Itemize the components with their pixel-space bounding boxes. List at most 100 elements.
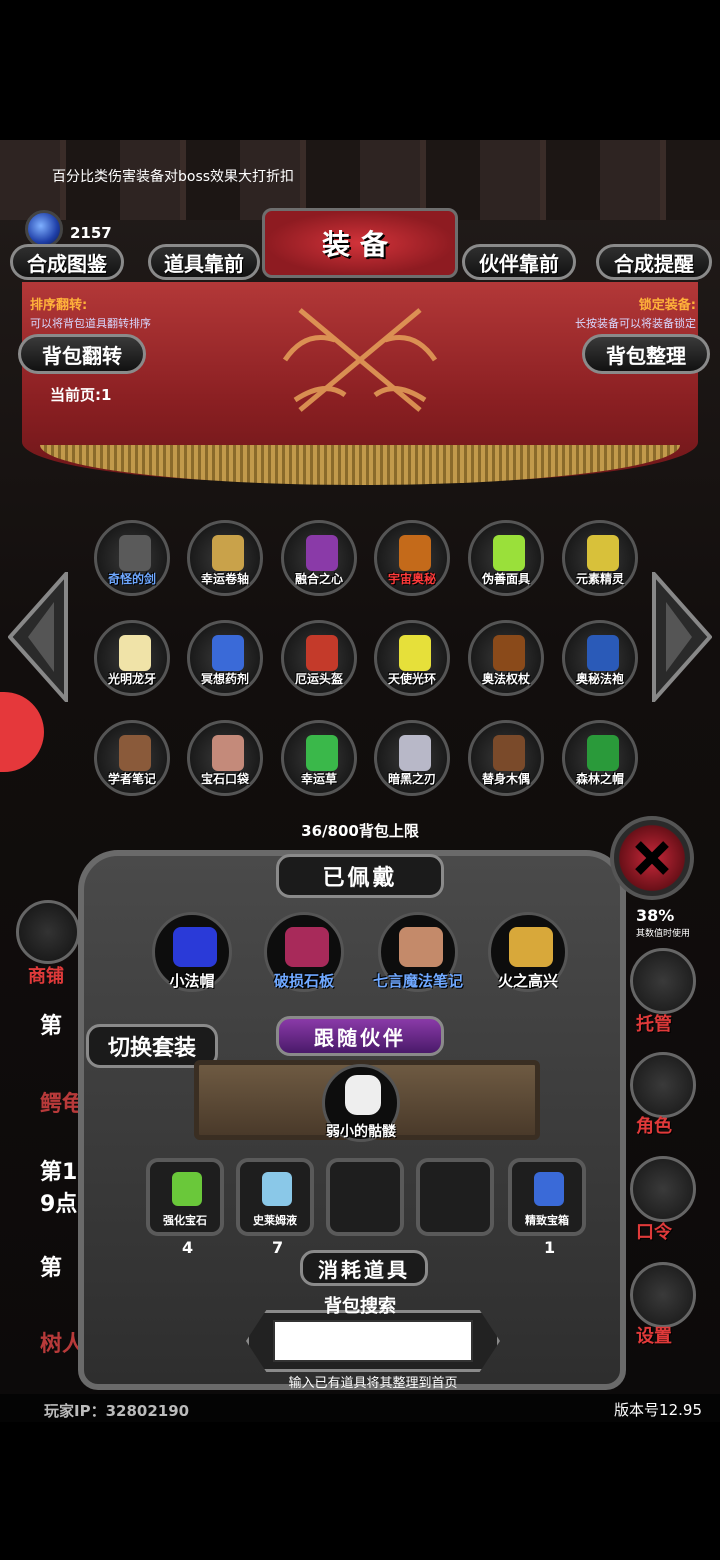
item-label: 宇宙奥秘 (387, 572, 436, 586)
bag-sort-button[interactable]: 背包整理 (582, 334, 710, 374)
partner-slot[interactable]: 弱小的骷髅 (322, 1064, 400, 1142)
item-icon (493, 635, 525, 671)
inventory-item[interactable]: 暗黑之刃 (374, 720, 450, 796)
consumables-title: 消耗道具 (300, 1250, 428, 1286)
tab-partners-first[interactable]: 伙伴靠前 (462, 244, 576, 280)
equipped-label: 七言魔法笔记 (372, 972, 463, 990)
equipped-icon (399, 927, 443, 967)
next-page-arrow[interactable] (652, 572, 712, 702)
bag-search-input[interactable] (273, 1320, 473, 1362)
item-icon (212, 735, 244, 771)
dice-icon[interactable] (630, 948, 696, 1014)
inventory-item[interactable]: 宝石口袋 (187, 720, 263, 796)
inventory-item[interactable]: 学者笔记 (94, 720, 170, 796)
top-tip: 百分比类伤害装备对boss效果大打折扣 (52, 169, 295, 185)
inventory-item[interactable]: 冥想药剂 (187, 620, 263, 696)
item-label: 伪善面具 (481, 572, 530, 586)
item-icon (399, 535, 431, 571)
equipped-icon (285, 927, 329, 967)
item-icon (587, 535, 619, 571)
item-label: 元素精灵 (575, 572, 624, 586)
tab-synthesis-reminder[interactable]: 合成提醒 (596, 244, 712, 280)
tab-synthesis-guide[interactable]: 合成图鉴 (10, 244, 124, 280)
item-icon (493, 535, 525, 571)
item-icon (212, 635, 244, 671)
item-icon (119, 535, 151, 571)
partner-title: 跟随伙伴 (276, 1016, 444, 1056)
equipped-label: 火之高兴 (497, 972, 558, 990)
item-label: 暗黑之刃 (387, 772, 436, 786)
item-icon (306, 735, 338, 771)
inventory-item[interactable]: 奇怪的剑 (94, 520, 170, 596)
inventory-item[interactable]: 奥法权杖 (468, 620, 544, 696)
inventory-item[interactable]: 替身木偶 (468, 720, 544, 796)
consumable-count: 7 (272, 1238, 284, 1257)
consumable-label: 史莱姆液 (253, 1214, 297, 1227)
inventory-item[interactable]: 融合之心 (281, 520, 357, 596)
item-icon (587, 735, 619, 771)
item-label: 厄运头盔 (294, 672, 343, 686)
prev-page-arrow[interactable] (8, 572, 68, 702)
item-label: 融合之心 (294, 572, 343, 586)
inventory-item[interactable]: 元素精灵 (562, 520, 638, 596)
close-button[interactable] (610, 816, 694, 900)
equipped-item[interactable]: 小法帽 (152, 912, 232, 992)
code-icon[interactable] (630, 1156, 696, 1222)
item-icon (399, 735, 431, 771)
equipped-title: 已佩戴 (276, 854, 444, 898)
item-label: 奥法权杖 (481, 672, 530, 686)
equipped-item[interactable]: 七言魔法笔记 (373, 912, 463, 992)
role-icon[interactable] (630, 1052, 696, 1118)
lock-equip-title: 锁定装备: (638, 298, 696, 313)
percent-desc: 其数值时使用 (636, 929, 691, 939)
item-label: 学者笔记 (107, 772, 156, 786)
item-icon (493, 735, 525, 771)
inventory-item[interactable]: 厄运头盔 (281, 620, 357, 696)
search-title: 背包搜索 (324, 1296, 396, 1317)
settings-label: 设置 (636, 1326, 672, 1347)
user-avatar-button[interactable] (0, 692, 44, 772)
item-label: 光明龙牙 (107, 672, 156, 686)
consumable-count: 1 (544, 1238, 556, 1257)
consumable-slot[interactable] (326, 1158, 404, 1236)
consumable-icon (534, 1172, 564, 1206)
current-page: 当前页:1 (50, 386, 112, 404)
item-label: 替身木偶 (481, 772, 530, 786)
inventory-item[interactable]: 伪善面具 (468, 520, 544, 596)
diamond-count: 2157 (70, 224, 112, 242)
equipped-icon (173, 927, 217, 967)
settings-gear-icon[interactable] (630, 1262, 696, 1328)
inventory-item[interactable]: 天使光环 (374, 620, 450, 696)
search-hint: 输入已有道具将其整理到首页 (288, 1376, 458, 1391)
equipped-item[interactable]: 破损石板 (264, 912, 344, 992)
inventory-item[interactable]: 幸运卷轴 (187, 520, 263, 596)
tab-items-first[interactable]: 道具靠前 (148, 244, 260, 280)
consumable-slot[interactable] (416, 1158, 494, 1236)
consumable-slot[interactable]: 史莱姆液 (236, 1158, 314, 1236)
equipped-label: 破损石板 (273, 972, 334, 990)
banner-fringe (40, 445, 680, 485)
item-label: 宝石口袋 (200, 772, 249, 786)
close-icon (635, 841, 669, 875)
item-icon (306, 535, 338, 571)
bag-capacity: 36/800背包上限 (301, 822, 419, 840)
consumable-count: 4 (182, 1238, 194, 1257)
inventory-item[interactable]: 宇宙奥秘 (374, 520, 450, 596)
consumable-slot[interactable]: 精致宝箱 (508, 1158, 586, 1236)
lock-equip-desc: 长按装备可以将装备锁定 (575, 317, 696, 330)
inventory-item[interactable]: 幸运草 (281, 720, 357, 796)
item-label: 奇怪的剑 (107, 572, 156, 586)
shop-icon[interactable] (16, 900, 80, 964)
equipped-item[interactable]: 火之高兴 (488, 912, 568, 992)
item-icon (119, 735, 151, 771)
page-title: 装备 (262, 208, 458, 278)
inventory-item[interactable]: 奥秘法袍 (562, 620, 638, 696)
skeleton-icon (345, 1075, 381, 1115)
consumable-slot[interactable]: 强化宝石 (146, 1158, 224, 1236)
item-icon (587, 635, 619, 671)
inventory-item[interactable]: 森林之帽 (562, 720, 638, 796)
sort-flip-title: 排序翻转: (30, 298, 88, 313)
inventory-item[interactable]: 光明龙牙 (94, 620, 170, 696)
code-label: 口令 (636, 1222, 672, 1243)
bag-flip-button[interactable]: 背包翻转 (18, 334, 146, 374)
